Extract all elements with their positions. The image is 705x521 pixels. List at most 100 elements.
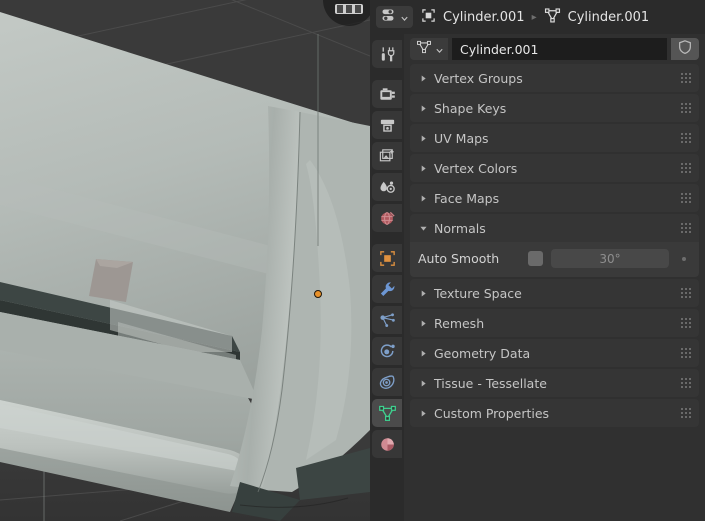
panel-label: Tissue - Tessellate: [434, 375, 547, 391]
fake-user-toggle[interactable]: [671, 38, 699, 60]
panel-texture-space: Texture Space: [410, 279, 699, 307]
panel-label: Geometry Data: [434, 345, 531, 361]
panel-header-vertex-groups[interactable]: Vertex Groups: [410, 64, 699, 92]
breadcrumb-item-object[interactable]: Cylinder.001: [421, 8, 525, 27]
panel-header-vertex-colors[interactable]: Vertex Colors: [410, 154, 699, 182]
auto-smooth-checkbox[interactable]: [528, 251, 543, 266]
collapsed-triangle-icon[interactable]: [416, 191, 430, 205]
collapsed-triangle-icon[interactable]: [416, 71, 430, 85]
chevron-down-icon: [400, 8, 409, 27]
properties-panel-column: Cylinder.001 Vertex Groups Shape Keys UV…: [404, 34, 705, 521]
panel-label: Texture Space: [434, 285, 522, 301]
panel-list: Vertex Groups Shape Keys UV Maps Vertex …: [404, 64, 705, 429]
object-icon: [421, 8, 436, 27]
panel-header-texture-space[interactable]: Texture Space: [410, 279, 699, 307]
panel-header-remesh[interactable]: Remesh: [410, 309, 699, 337]
tab-world[interactable]: [372, 204, 402, 232]
tab-scene[interactable]: [372, 173, 402, 201]
material-sphere-icon: [380, 437, 394, 451]
shield-icon: [677, 39, 693, 59]
properties-header: Cylinder.001 ▸ Cylinder.001: [370, 0, 705, 34]
panel-shape-keys: Shape Keys: [410, 94, 699, 122]
physics-orbit-icon: [380, 343, 395, 357]
auto-smooth-angle-field[interactable]: 30°: [551, 249, 669, 268]
object-square-icon: [379, 250, 395, 266]
panel-drag-grip[interactable]: [681, 163, 691, 173]
collapsed-triangle-icon[interactable]: [416, 316, 430, 330]
panel-label: Remesh: [434, 315, 485, 331]
tab-physics[interactable]: [372, 337, 402, 365]
panel-header-custom-properties[interactable]: Custom Properties: [410, 399, 699, 427]
output-printer-icon: [380, 119, 394, 132]
animate-property-decorator[interactable]: [677, 256, 691, 261]
panel-normals: Normals Auto Smooth 30°: [410, 214, 699, 277]
panel-label: Face Maps: [434, 190, 500, 206]
tool-icon: [381, 46, 394, 61]
tab-material[interactable]: [372, 430, 402, 458]
tab-particles[interactable]: [372, 306, 402, 334]
tab-object[interactable]: [372, 244, 402, 272]
expanded-triangle-icon[interactable]: [416, 221, 430, 235]
panel-header-uv-maps[interactable]: UV Maps: [410, 124, 699, 152]
panel-drag-grip[interactable]: [681, 318, 691, 328]
panel-drag-grip[interactable]: [681, 348, 691, 358]
panel-drag-grip[interactable]: [681, 288, 691, 298]
gizmo-axis-buttons[interactable]: [335, 4, 363, 14]
collapsed-triangle-icon[interactable]: [416, 161, 430, 175]
panel-header-face-maps[interactable]: Face Maps: [410, 184, 699, 212]
panel-drag-grip[interactable]: [681, 73, 691, 83]
panel-drag-grip[interactable]: [681, 193, 691, 203]
panel-custom-properties: Custom Properties: [410, 399, 699, 427]
collapsed-triangle-icon[interactable]: [416, 131, 430, 145]
properties-body: Cylinder.001 Vertex Groups Shape Keys UV…: [370, 34, 705, 521]
panel-label: UV Maps: [434, 130, 489, 146]
panel-label: Custom Properties: [434, 405, 550, 421]
panel-geometry-data: Geometry Data: [410, 339, 699, 367]
panel-label: Normals: [434, 220, 486, 236]
tab-view-layer[interactable]: [372, 142, 402, 170]
mesh-name-input[interactable]: Cylinder.001: [452, 38, 667, 60]
mesh-data-browse-button[interactable]: [410, 38, 448, 60]
editor-type-selector[interactable]: [376, 6, 413, 28]
3d-viewport[interactable]: [0, 0, 370, 521]
collapsed-triangle-icon[interactable]: [416, 286, 430, 300]
tab-constraints[interactable]: [372, 368, 402, 396]
panel-vertex-colors: Vertex Colors: [410, 154, 699, 182]
panel-uv-maps: UV Maps: [410, 124, 699, 152]
object-origin-dot: [314, 290, 322, 298]
tab-modifiers[interactable]: [372, 275, 402, 303]
panel-drag-grip[interactable]: [681, 223, 691, 233]
mesh-id-block: Cylinder.001: [404, 34, 705, 64]
panel-label: Vertex Colors: [434, 160, 518, 176]
mesh-data-icon: [378, 405, 396, 421]
modifier-wrench-icon: [380, 281, 394, 296]
panel-drag-grip[interactable]: [681, 408, 691, 418]
panel-header-shape-keys[interactable]: Shape Keys: [410, 94, 699, 122]
panel-header-geometry-data[interactable]: Geometry Data: [410, 339, 699, 367]
breadcrumb-mesh-label: Cylinder.001: [567, 9, 650, 25]
tab-render[interactable]: [372, 80, 402, 108]
panel-remesh: Remesh: [410, 309, 699, 337]
scene-cone-droplet-icon: [379, 181, 395, 193]
breadcrumb-separator: ▸: [531, 11, 537, 23]
object-constraints-icon: [379, 374, 394, 389]
tab-output[interactable]: [372, 111, 402, 139]
panel-header-normals[interactable]: Normals: [410, 214, 699, 242]
panel-drag-grip[interactable]: [681, 378, 691, 388]
collapsed-triangle-icon[interactable]: [416, 101, 430, 115]
collapsed-triangle-icon[interactable]: [416, 376, 430, 390]
viewport-render: [0, 0, 370, 521]
render-camera-icon: [379, 87, 395, 100]
collapsed-triangle-icon[interactable]: [416, 346, 430, 360]
auto-smooth-label: Auto Smooth: [418, 251, 500, 266]
tab-tool[interactable]: [372, 40, 402, 68]
tab-object-data[interactable]: [372, 399, 402, 427]
panel-drag-grip[interactable]: [681, 133, 691, 143]
blender-window: Cylinder.001 ▸ Cylinder.001 Cylinder.001…: [0, 0, 705, 521]
panel-body-normals: Auto Smooth 30°: [410, 242, 699, 277]
breadcrumb-item-mesh-data[interactable]: Cylinder.001: [544, 7, 650, 28]
panel-drag-grip[interactable]: [681, 103, 691, 113]
panel-header-tissue-tessellate[interactable]: Tissue - Tessellate: [410, 369, 699, 397]
collapsed-triangle-icon[interactable]: [416, 406, 430, 420]
breadcrumb-object-label: Cylinder.001: [443, 9, 525, 25]
